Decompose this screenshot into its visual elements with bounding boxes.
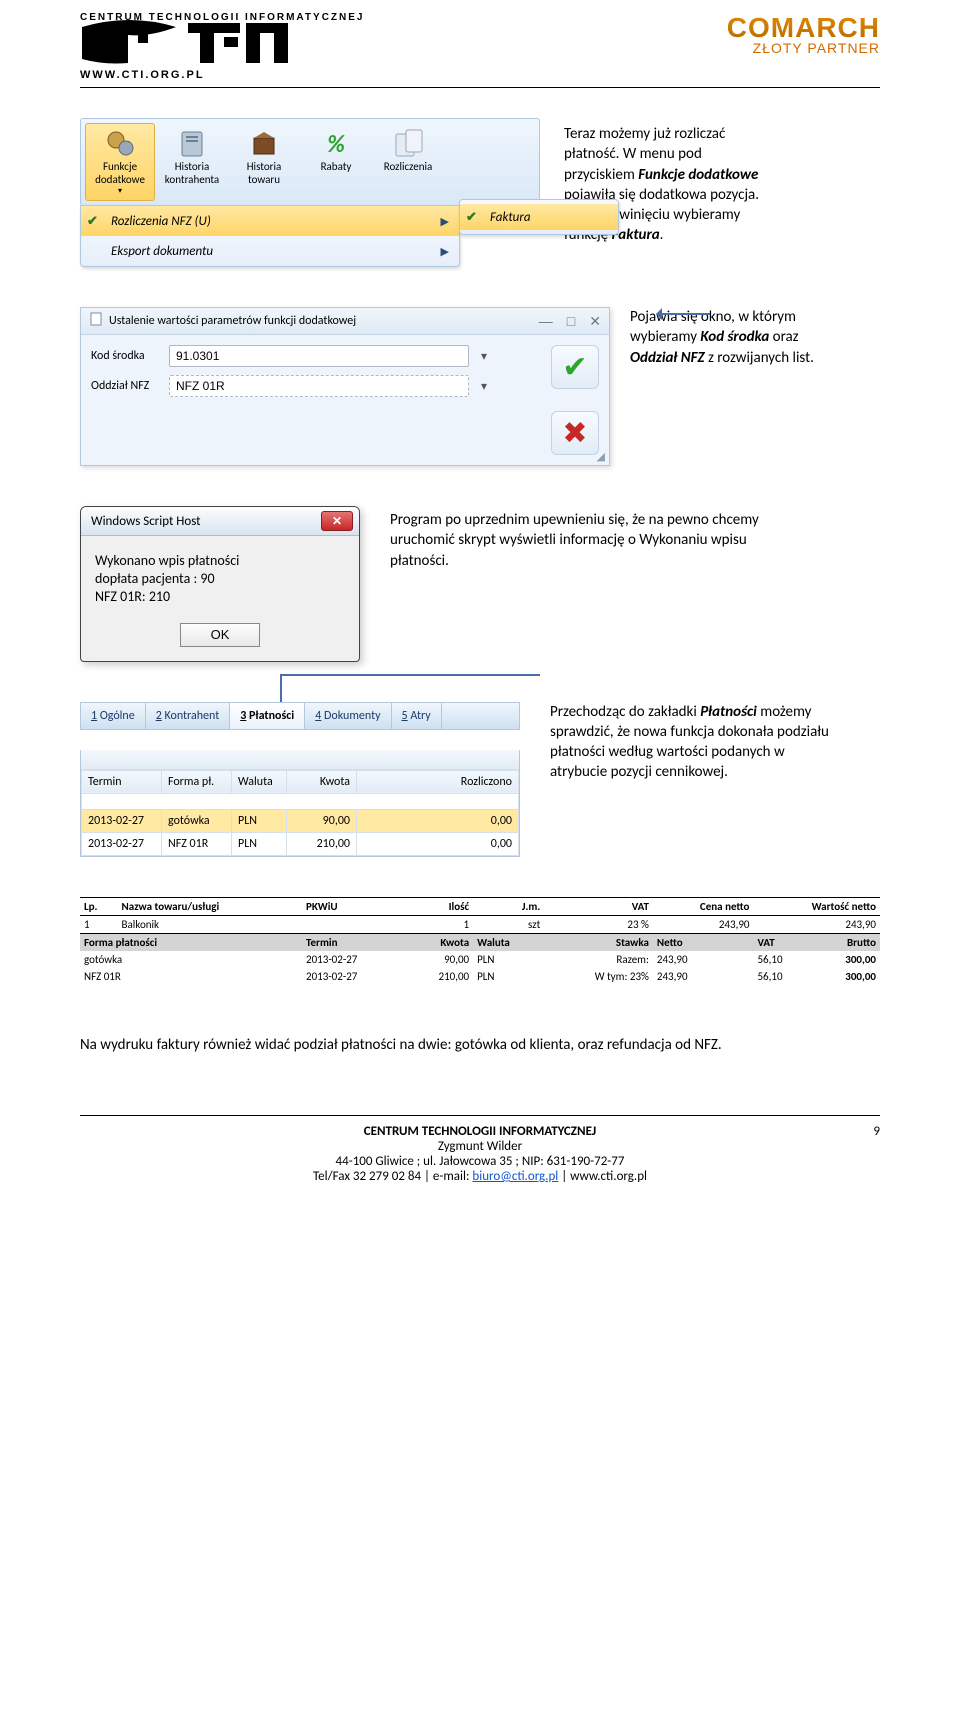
callout-line [280, 674, 540, 676]
invoice-print-table: Lp. Nazwa towaru/usługi PKWiU Ilość J.m.… [80, 897, 880, 985]
page-header: CENTRUM TECHNOLOGII INFORMATYCZNEJ WWW.C… [80, 0, 880, 88]
page-number: 9 [873, 1124, 880, 1139]
ribbon-btn-funkcje[interactable]: Funkcje dodatkowe ▾ [85, 123, 155, 201]
tab-kontrahent[interactable]: 2 Kontrahent [146, 703, 231, 729]
ribbon-label: Rozliczenia [384, 160, 433, 173]
field-label-kod: Kod środka [91, 349, 161, 363]
dialog-doc-icon [89, 312, 103, 330]
percent-icon: % [320, 128, 352, 160]
menu-label: Rozliczenia NFZ (U) [111, 214, 211, 229]
minimize-icon[interactable]: — [539, 313, 553, 330]
paragraph-3: Program po uprzednim upewnieniu się, że … [390, 506, 880, 571]
dialog-title: Ustalenie wartości parametrów funkcji do… [109, 314, 356, 328]
tab-ogolne[interactable]: 1 1 OgólneOgólne [81, 703, 146, 729]
submenu-label: Faktura [490, 210, 531, 225]
wsh-close-button[interactable]: ✕ [321, 511, 353, 531]
wsh-title: Windows Script Host [91, 514, 201, 529]
cross-icon: ✖ [562, 415, 587, 452]
ribbon-label: Historia kontrahenta [160, 160, 224, 186]
wsh-dialog: Windows Script Host ✕ Wykonano wpis płat… [80, 506, 360, 662]
col-forma[interactable]: Forma pł. [162, 770, 232, 793]
menu-rozliczenia-nfz[interactable]: ✔ Rozliczenia NFZ (U) ▶ ✔ Faktura [81, 206, 459, 236]
wsh-message: Wykonano wpis płatności dopłata pacjenta… [81, 536, 359, 613]
cti-url-text: WWW.CTI.ORG.PL [80, 69, 364, 81]
ribbon-label: Rabaty [321, 160, 352, 173]
cti-logo: CENTRUM TECHNOLOGII INFORMATYCZNEJ WWW.C… [80, 12, 364, 81]
callout-arrow [660, 313, 710, 315]
col-kwota[interactable]: Kwota [287, 770, 357, 793]
grid-row[interactable]: 2013-02-27NFZ 01RPLN210,000,00 [82, 832, 519, 855]
tab-atrybuty[interactable]: 5 Atry [392, 703, 442, 729]
payments-panel: 1 1 OgólneOgólne 2 Kontrahent 3 Płatnośc… [80, 702, 520, 857]
col-waluta[interactable]: Waluta [232, 770, 287, 793]
dropdown-icon[interactable]: ▾ [477, 379, 491, 394]
tab-platnosci[interactable]: 3 Płatności [230, 703, 305, 729]
grid-group-bar[interactable] [81, 750, 519, 770]
check-icon: ✔ [466, 210, 480, 225]
payments-grid: Termin Forma pł. Waluta Kwota Rozliczono… [81, 770, 519, 856]
wsh-ok-button[interactable]: OK [180, 623, 260, 647]
ribbon-btn-rabaty[interactable]: % Rabaty [301, 123, 371, 201]
maximize-icon[interactable]: □ [567, 313, 575, 330]
ribbon-btn-hist-towaru[interactable]: Historia towaru [229, 123, 299, 201]
goods-history-icon [248, 128, 280, 160]
footer-email-link[interactable]: biuro@cti.org.pl [472, 1169, 558, 1184]
tab-dokumenty[interactable]: 4 Dokumenty [305, 703, 391, 729]
page-footer: CENTRUM TECHNOLOGII INFORMATYCZNEJ Zygmu… [80, 1115, 880, 1184]
field-label-nfz: Oddział NFZ [91, 379, 161, 393]
accept-button[interactable]: ✔ [551, 345, 599, 389]
field-kod-srodka[interactable] [169, 345, 469, 367]
field-oddzial-nfz[interactable] [169, 375, 469, 397]
settlements-icon [392, 128, 424, 160]
params-dialog: Ustalenie wartości parametrów funkcji do… [80, 307, 610, 466]
grid-row[interactable]: 2013-02-27gotówkaPLN90,000,00 [82, 809, 519, 832]
paragraph-4: Przechodząc do zakładki Płatności możemy… [550, 702, 880, 783]
ribbon-btn-hist-kontr[interactable]: Historia kontrahenta [157, 123, 227, 201]
gears-icon [104, 128, 136, 160]
submenu-faktura: ✔ Faktura [459, 199, 619, 235]
paragraph-2: Pojawia się okno, w którym wybieramy Kod… [630, 307, 880, 368]
submenu-arrow-icon: ▶ [441, 215, 449, 228]
col-rozliczono[interactable]: Rozliczono [357, 770, 519, 793]
col-termin[interactable]: Termin [82, 770, 162, 793]
ribbon-label: Funkcje dodatkowe [88, 160, 152, 186]
comarch-logo: COMARCH ZŁOTY PARTNER [727, 12, 880, 56]
menu-label: Eksport dokumentu [111, 244, 213, 259]
cancel-button[interactable]: ✖ [551, 411, 599, 455]
ribbon-toolbar: Funkcje dodatkowe ▾ Historia kontrahenta [80, 118, 540, 206]
checkmark-icon: ✔ [562, 349, 587, 386]
funkcje-dropdown: ✔ Rozliczenia NFZ (U) ▶ ✔ Faktura Ekspor… [80, 205, 460, 267]
check-icon: ✔ [87, 214, 101, 229]
counterparty-history-icon [176, 128, 208, 160]
close-icon[interactable]: ✕ [589, 313, 601, 330]
resize-grip-icon[interactable]: ◢ [597, 450, 605, 463]
submenu-arrow-icon: ▶ [441, 245, 449, 258]
dropdown-icon[interactable]: ▾ [477, 349, 491, 364]
ribbon-label: Historia towaru [232, 160, 296, 186]
menu-eksport[interactable]: Eksport dokumentu ▶ [81, 236, 459, 266]
callout-line [280, 674, 282, 702]
ribbon-btn-rozliczenia[interactable]: Rozliczenia [373, 123, 443, 201]
paragraph-5: Na wydruku faktury również widać podział… [80, 1035, 880, 1055]
menu-faktura[interactable]: ✔ Faktura [460, 204, 618, 230]
